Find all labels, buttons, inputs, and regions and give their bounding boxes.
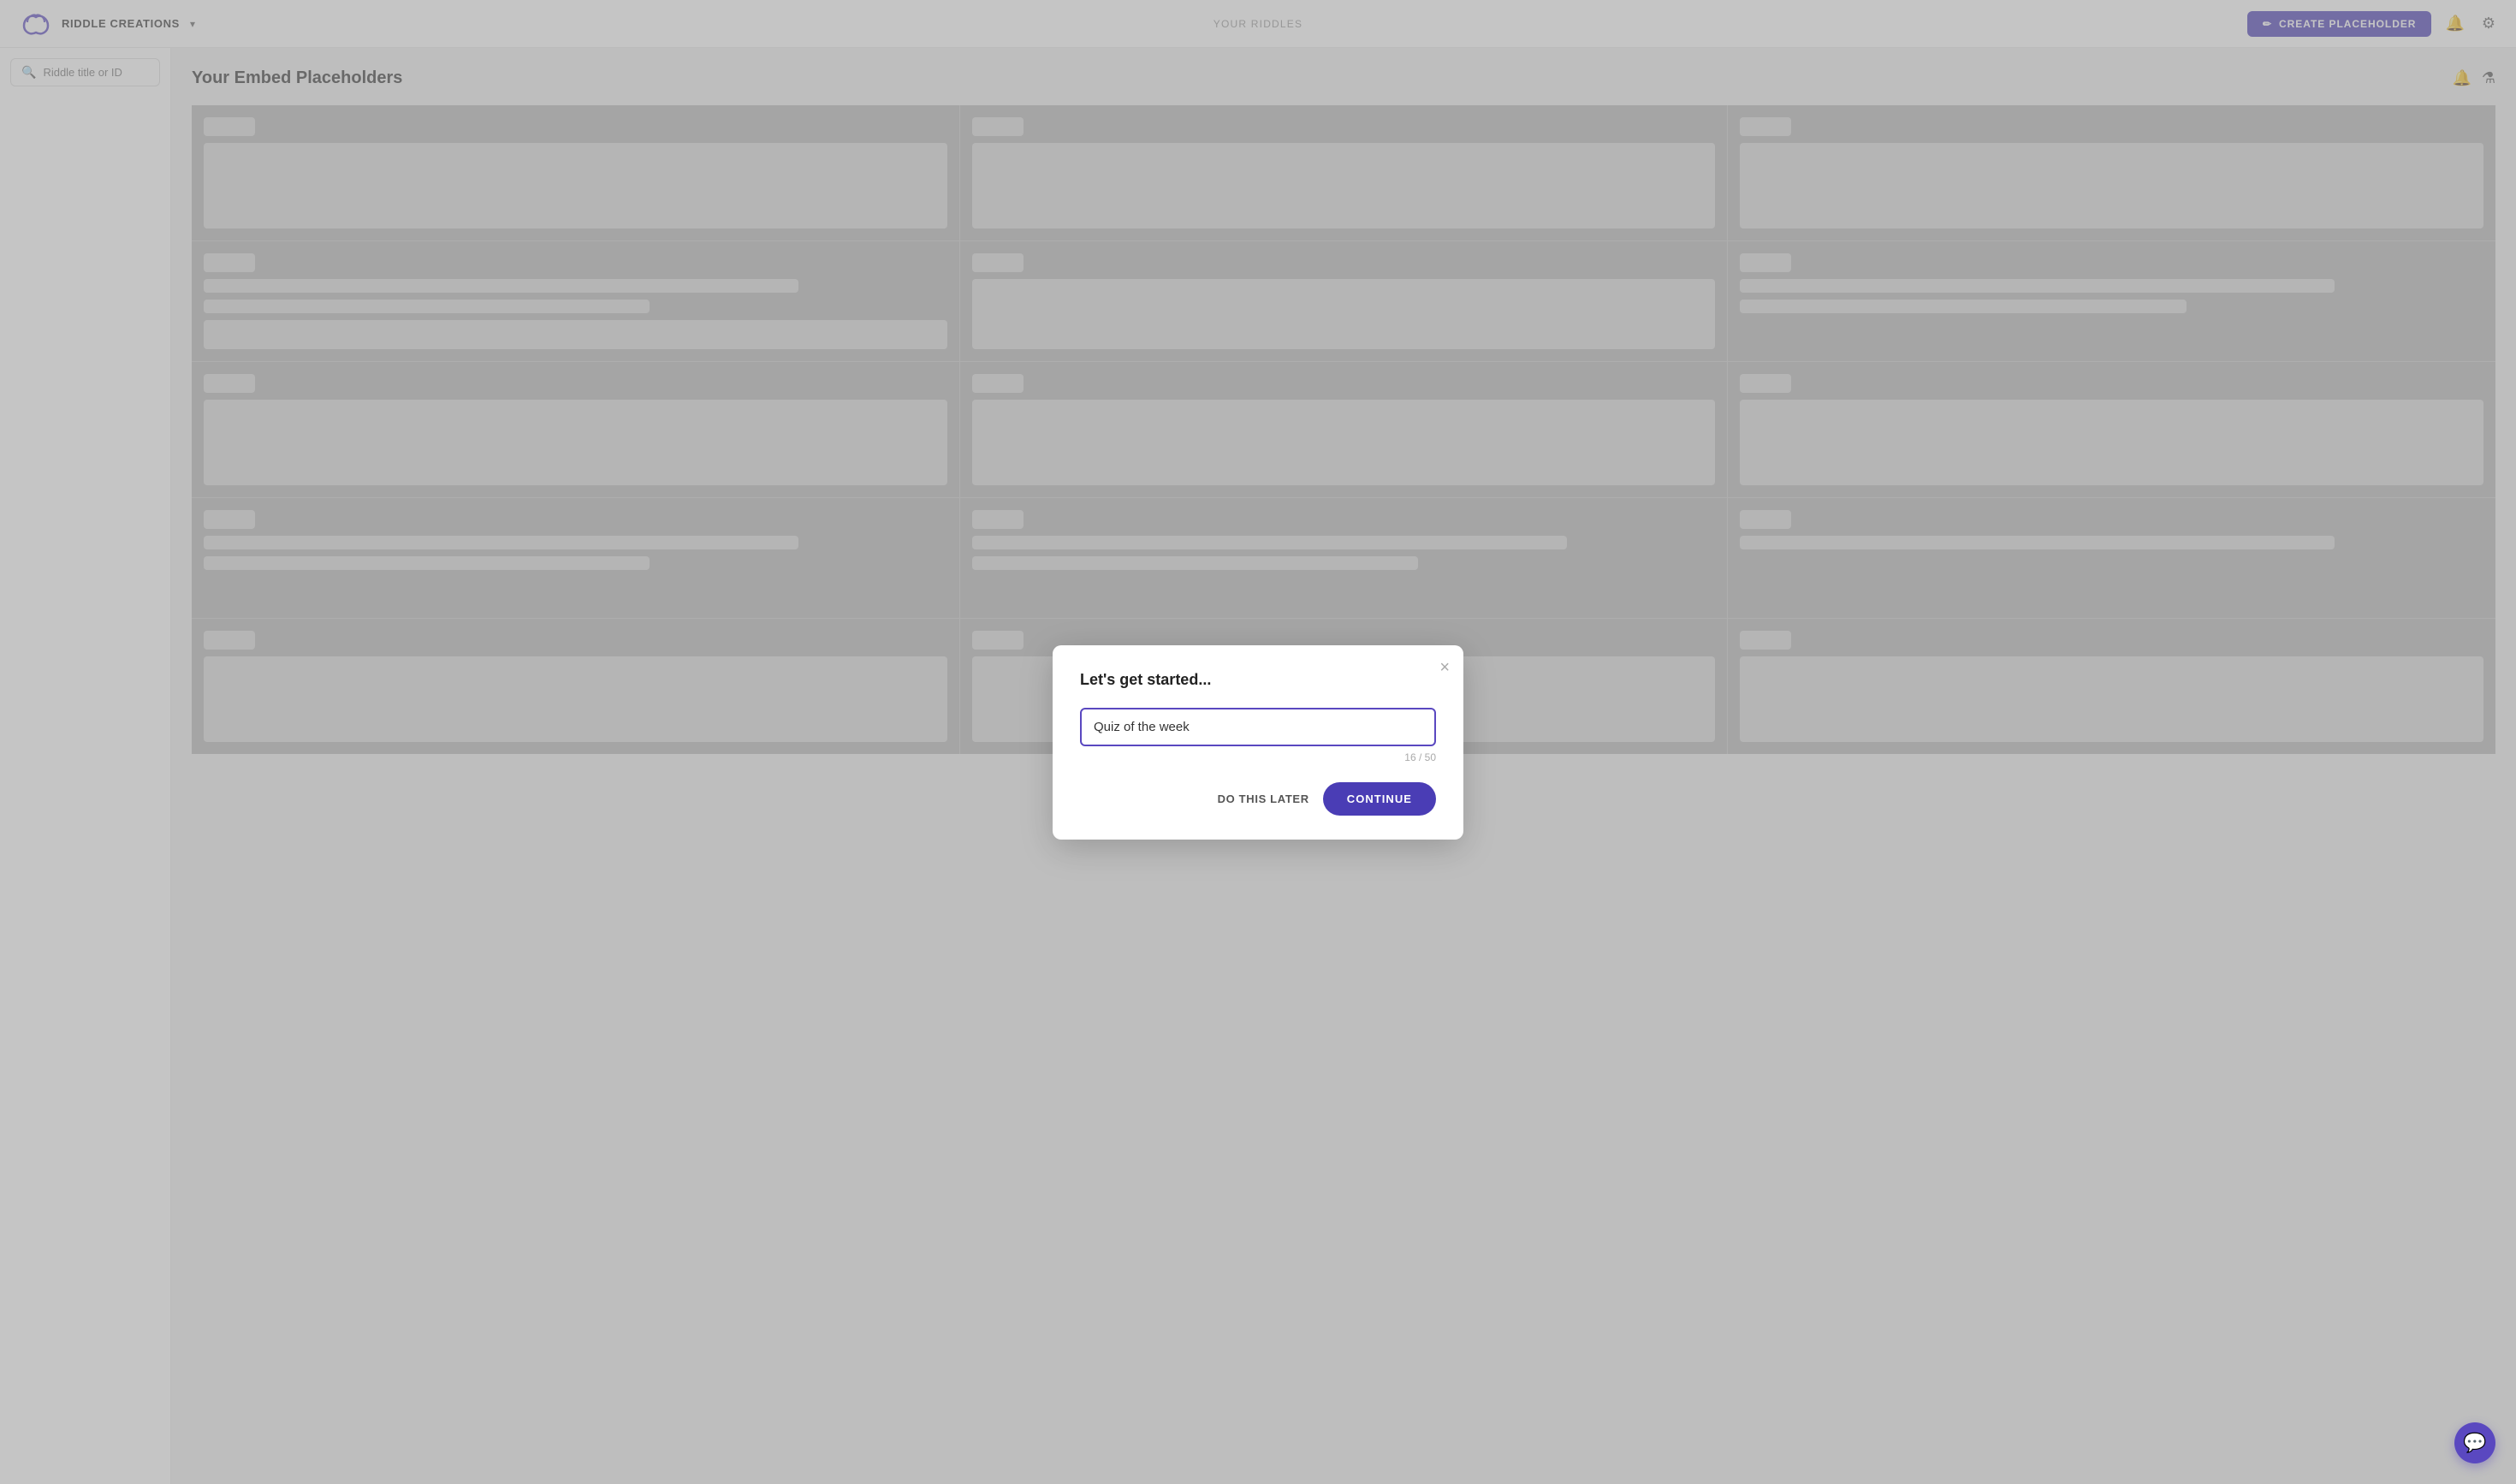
modal-title: Let's get started... bbox=[1080, 671, 1436, 689]
modal-overlay: Let's get started... × 16 / 50 DO THIS L… bbox=[0, 0, 2516, 1484]
do-this-later-button[interactable]: DO THIS LATER bbox=[1218, 792, 1309, 805]
input-counter: 16 / 50 bbox=[1080, 751, 1436, 763]
modal-close-button[interactable]: × bbox=[1439, 659, 1450, 676]
modal-name-input[interactable] bbox=[1080, 708, 1436, 746]
modal: Let's get started... × 16 / 50 DO THIS L… bbox=[1053, 645, 1463, 840]
modal-actions: DO THIS LATER CONTINUE bbox=[1080, 782, 1436, 816]
continue-button[interactable]: CONTINUE bbox=[1323, 782, 1436, 816]
chat-button[interactable]: 💬 bbox=[2454, 1422, 2495, 1463]
chat-icon: 💬 bbox=[2463, 1432, 2486, 1454]
